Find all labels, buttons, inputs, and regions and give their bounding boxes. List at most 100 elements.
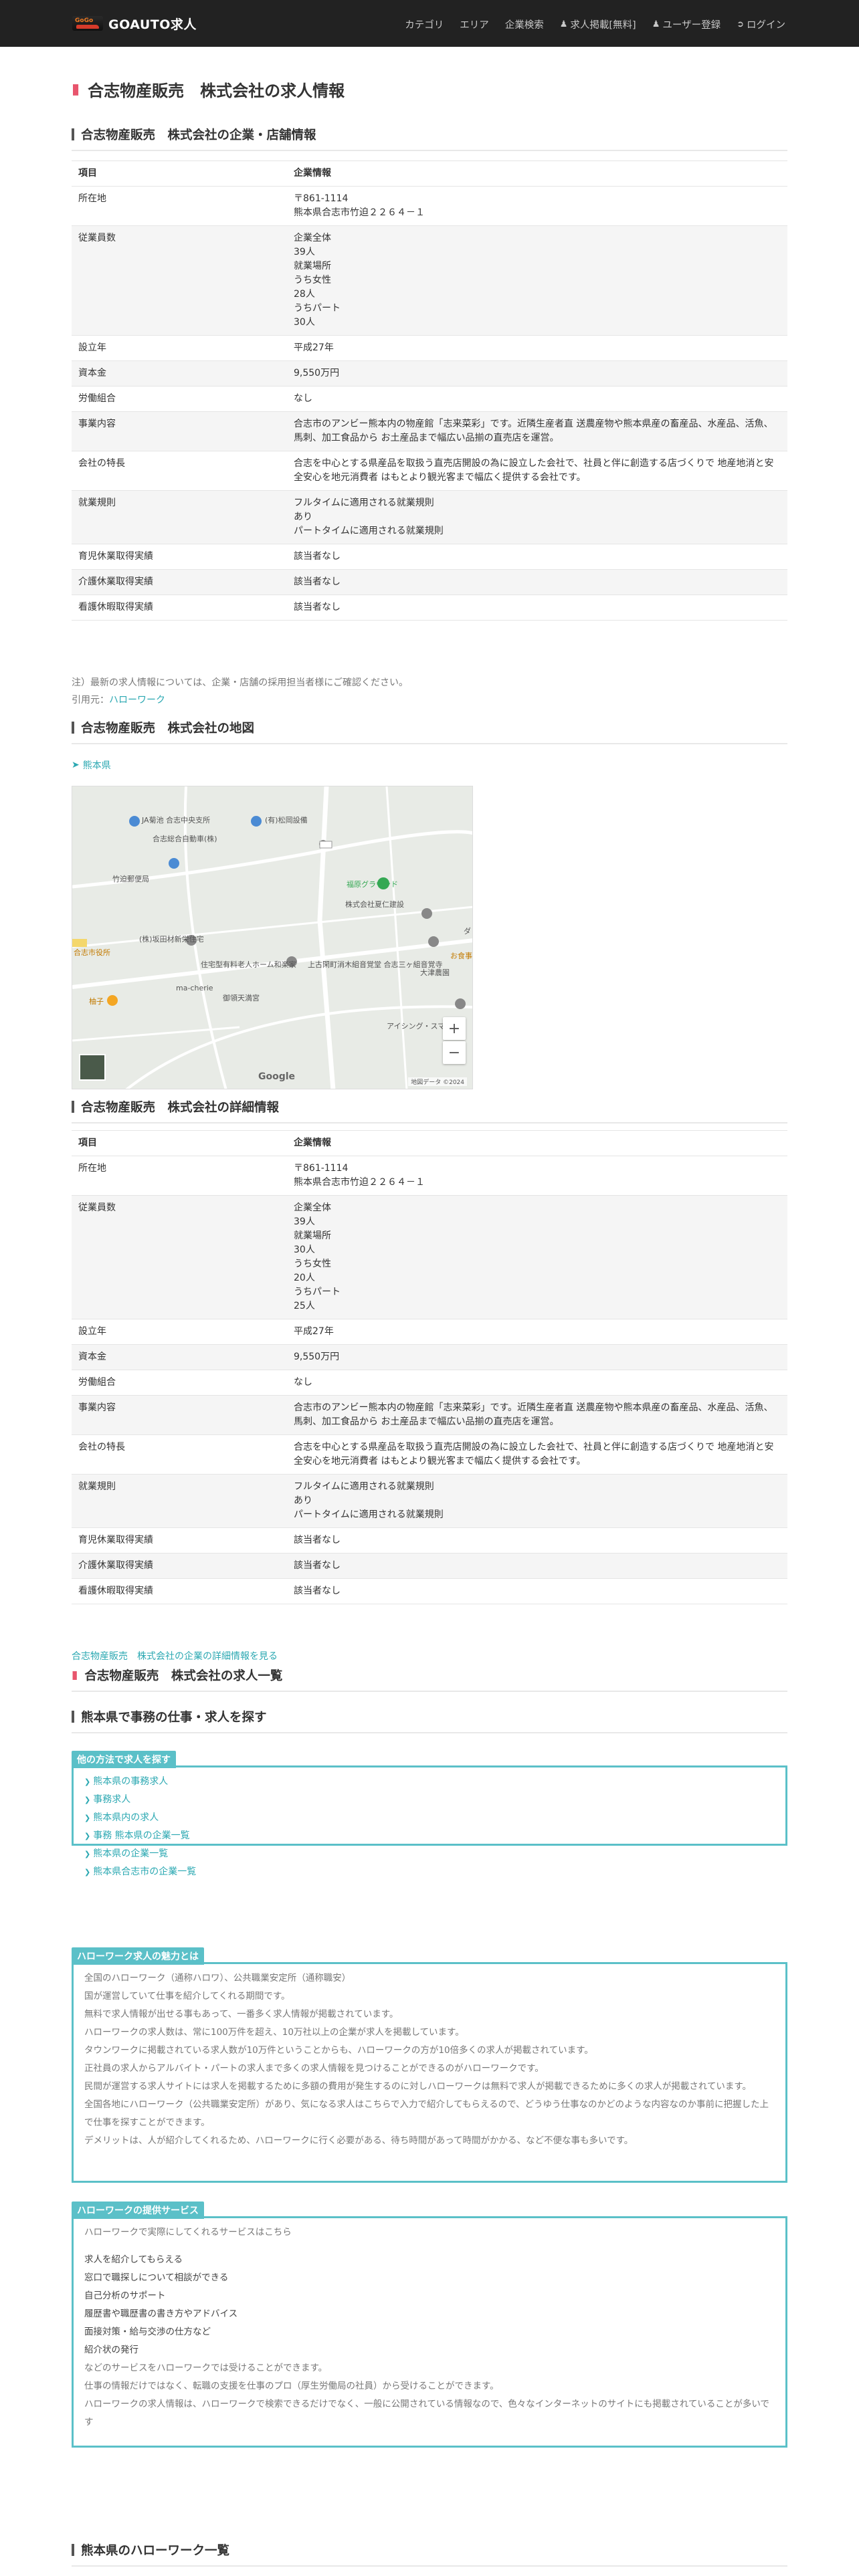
nav-post-job[interactable]: ♟ 求人掲載[無料]	[544, 15, 636, 34]
user-icon: ♟	[559, 19, 568, 29]
nav-login-label: ログイン	[747, 20, 785, 31]
map-label: 竹迫郵便局	[112, 875, 149, 883]
table-cell-label: 就業規則	[72, 1474, 287, 1528]
table-cell-value: 該当者なし	[287, 1527, 787, 1553]
chevron-right-icon: ❯	[84, 1814, 91, 1822]
table-cell-label: 看護休暇取得実績	[72, 595, 287, 621]
other-ways-box: ❯ 熊本県の事務求人 ❯ 事務求人 ❯ 熊本県内の求人 ❯ 事務 熊本県の企業一覧 ❯ 熊…	[72, 1765, 787, 1877]
section-search-heading: 熊本県で事務の仕事・求人を探す	[72, 1708, 787, 1733]
table-row: 育児休業取得実績 該当者なし	[72, 544, 787, 570]
table-cell-label: 従業員数	[72, 1195, 287, 1319]
service-item: 紹介状の発行	[84, 2345, 138, 2355]
list-item-label: 事務 熊本県の企業一覧	[93, 1830, 190, 1841]
appeal-line: 正社員の求人からアルバイト・パートの求人まで多くの求人情報を見つけることができる…	[84, 2063, 544, 2074]
table-row: 事業内容 合志市のアンビー熊本内の物産館「志来菜彩」です。近隣生産者直 送農産物や…	[72, 411, 787, 451]
table-cell-label: 資本金	[72, 1344, 287, 1370]
services-intro: ハローワークで実際にしてくれるサービスはこちら	[84, 2227, 292, 2238]
table-cell-label: 設立年	[72, 335, 287, 361]
table-row: 事業内容 合志市のアンビー熊本内の物産館「志来菜彩」です。近隣生産者直 送農産物や…	[72, 1395, 787, 1435]
appeal-line: ハローワークの求人数は、常に100万件を超え、10万社以上の企業が求人を掲載して…	[84, 2027, 464, 2038]
table-cell-value: 企業全体 39人 就業場所 うち女性 28人 うちパート 30人	[287, 225, 787, 336]
list-item[interactable]: ❯ 熊本県の事務求人	[84, 1773, 775, 1791]
map-roads-graphic	[72, 786, 472, 1089]
section-detail-title: 合志物産販売 株式会社の詳細情報	[81, 1101, 280, 1115]
table-cell-label: 就業規則	[72, 490, 287, 544]
table-header-item: 項目	[72, 1130, 287, 1156]
map-label: JA菊池 合志中央支所	[142, 816, 211, 825]
list-item[interactable]: ❯ 事務求人	[84, 1791, 775, 1809]
google-map[interactable]: JA菊池 合志中央支所 (有)松岡設備 合志総合自動車(株) 竹迫郵便局 福原グ…	[72, 786, 473, 1089]
table-cell-label: 会社の特長	[72, 1434, 287, 1475]
table-cell-label: 資本金	[72, 360, 287, 387]
table-row: 資本金 9,550万円	[72, 360, 787, 387]
table-cell-value: 該当者なし	[287, 569, 787, 595]
table-cell-value: 該当者なし	[287, 1578, 787, 1604]
table-row: 看護休暇取得実績 該当者なし	[72, 595, 787, 621]
table-cell-label: 看護休暇取得実績	[72, 1578, 287, 1604]
nav-area-label: エリア	[460, 20, 489, 31]
table-header-item: 項目	[72, 160, 287, 187]
map-zoom-in-button[interactable]: +	[443, 1017, 466, 1040]
other-ways-list: ❯ 熊本県の事務求人 ❯ 事務求人 ❯ 熊本県内の求人 ❯ 事務 熊本県の企業一覧 ❯ 熊…	[84, 1773, 775, 1881]
nav-login[interactable]: ➲ ログイン	[721, 15, 785, 34]
map-zoom-out-button[interactable]: −	[443, 1041, 466, 1064]
service-item: 履歴書や職歴書の書き方やアドバイス	[84, 2309, 238, 2319]
appeal-box: 全国のハローワーク（通称ハロワ）、公共職業安定所（通称職安） 国が運営していて仕…	[72, 1962, 787, 2183]
nav-area[interactable]: エリア	[444, 15, 489, 34]
table-row: 介護休業取得実績 該当者なし	[72, 569, 787, 595]
heading-bar-icon	[72, 128, 74, 140]
section-hellowork-heading: 熊本県のハローワーク一覧	[72, 2541, 787, 2567]
brand-logo-link[interactable]: GoGo GOAUTO求人	[72, 15, 197, 32]
appeal-line: 民間が運営する求人サイトには求人を掲載するために多額の費用が発生するのに対しハロ…	[84, 2081, 751, 2092]
table-cell-label: 従業員数	[72, 225, 287, 336]
services-outro: などのサービスをハローワークでは受けることができます。	[84, 2363, 328, 2373]
map-label: ダ	[464, 927, 471, 936]
table-row: 就業規則 フルタイムに適用される就業規則 あり パートタイムに適用される就業規則	[72, 490, 787, 544]
heading-bar-icon	[72, 1711, 74, 1723]
list-item[interactable]: ❯ 事務 熊本県の企業一覧	[84, 1827, 775, 1845]
table-cell-value: なし	[287, 1370, 787, 1396]
table-cell-label: 労働組合	[72, 386, 287, 412]
nav-company-search[interactable]: 企業検索	[489, 15, 544, 34]
list-item[interactable]: ❯ 熊本県の企業一覧	[84, 1845, 775, 1863]
notice-text: 注）最新の求人情報については、企業・店舗の採用担当者様にご確認ください。	[72, 677, 409, 688]
chevron-right-icon: ❯	[84, 1868, 91, 1876]
main-nav: カテゴリ エリア 企業検索 ♟ 求人掲載[無料] ♟ ユーザー登録 ➲ ログイン	[389, 15, 785, 34]
google-logo: Google	[258, 1071, 296, 1082]
heading-bar-icon	[72, 722, 74, 734]
section-search-title: 熊本県で事務の仕事・求人を探す	[81, 1711, 267, 1725]
page-title: ▮ 合志物産販売 株式会社の求人情報	[72, 78, 345, 101]
table-cell-label: 労働組合	[72, 1370, 287, 1396]
list-item[interactable]: ❯ 熊本県合志市の企業一覧	[84, 1863, 775, 1881]
company-detail-link[interactable]: 合志物産販売 株式会社の企業の詳細情報を見る	[72, 1649, 278, 1662]
services-outro: 仕事の情報だけではなく、転職の支援を仕事のプロ（厚生労働局の社員）から受けること…	[84, 2381, 499, 2391]
table-row: 労働組合 なし	[72, 386, 787, 412]
brand-logo-mark: GoGo	[75, 17, 94, 24]
list-item-label: 熊本県の事務求人	[93, 1776, 169, 1787]
section-map-title: 合志物産販売 株式会社の地図	[81, 722, 255, 736]
list-item-label: 熊本県内の求人	[93, 1812, 159, 1823]
section-company-heading: 合志物産販売 株式会社の企業・店舗情報	[72, 126, 787, 151]
hellowork-source-link[interactable]: ハローワーク	[109, 695, 165, 706]
nav-register[interactable]: ♟ ユーザー登録	[636, 15, 721, 34]
table-cell-value: 9,550万円	[287, 360, 787, 387]
map-label: 福原グラウンド	[347, 880, 398, 889]
table-row: 所在地 〒861-1114 熊本県合志市竹迫２２６４－１	[72, 186, 787, 226]
appeal-line: タウンワークに掲載されている求人数が10万件ということからも、ハローワークの方が…	[84, 2045, 593, 2056]
list-item-label: 熊本県の企業一覧	[93, 1848, 169, 1859]
source-line: 引用元：ハローワーク	[72, 691, 165, 709]
map-location-link[interactable]: ➤ 熊本県	[72, 758, 111, 772]
map-location-label: 熊本県	[82, 760, 111, 771]
nav-category[interactable]: カテゴリ	[389, 15, 444, 34]
list-item[interactable]: ❯ 熊本県内の求人	[84, 1809, 775, 1827]
login-icon: ➲	[737, 19, 744, 29]
company-info-table: 項目 企業情報 所在地 〒861-1114 熊本県合志市竹迫２２６４－１ 従業員数 企業…	[72, 160, 787, 621]
appeal-line: 全国各地にハローワーク（公共職業安定所）があり、気になる求人はこちらで入力で紹介…	[84, 2099, 769, 2128]
map-label: 住宅型有料老人ホーム和楽家	[201, 960, 296, 969]
chevron-right-icon: ❯	[84, 1832, 91, 1840]
table-cell-value: 平成27年	[287, 335, 787, 361]
map-label: (有)松岡設備	[265, 816, 308, 825]
table-row: 所在地 〒861-1114 熊本県合志市竹迫２２６４－１	[72, 1156, 787, 1196]
heading-bar-icon	[72, 1101, 74, 1113]
map-satellite-toggle[interactable]	[79, 1054, 106, 1081]
